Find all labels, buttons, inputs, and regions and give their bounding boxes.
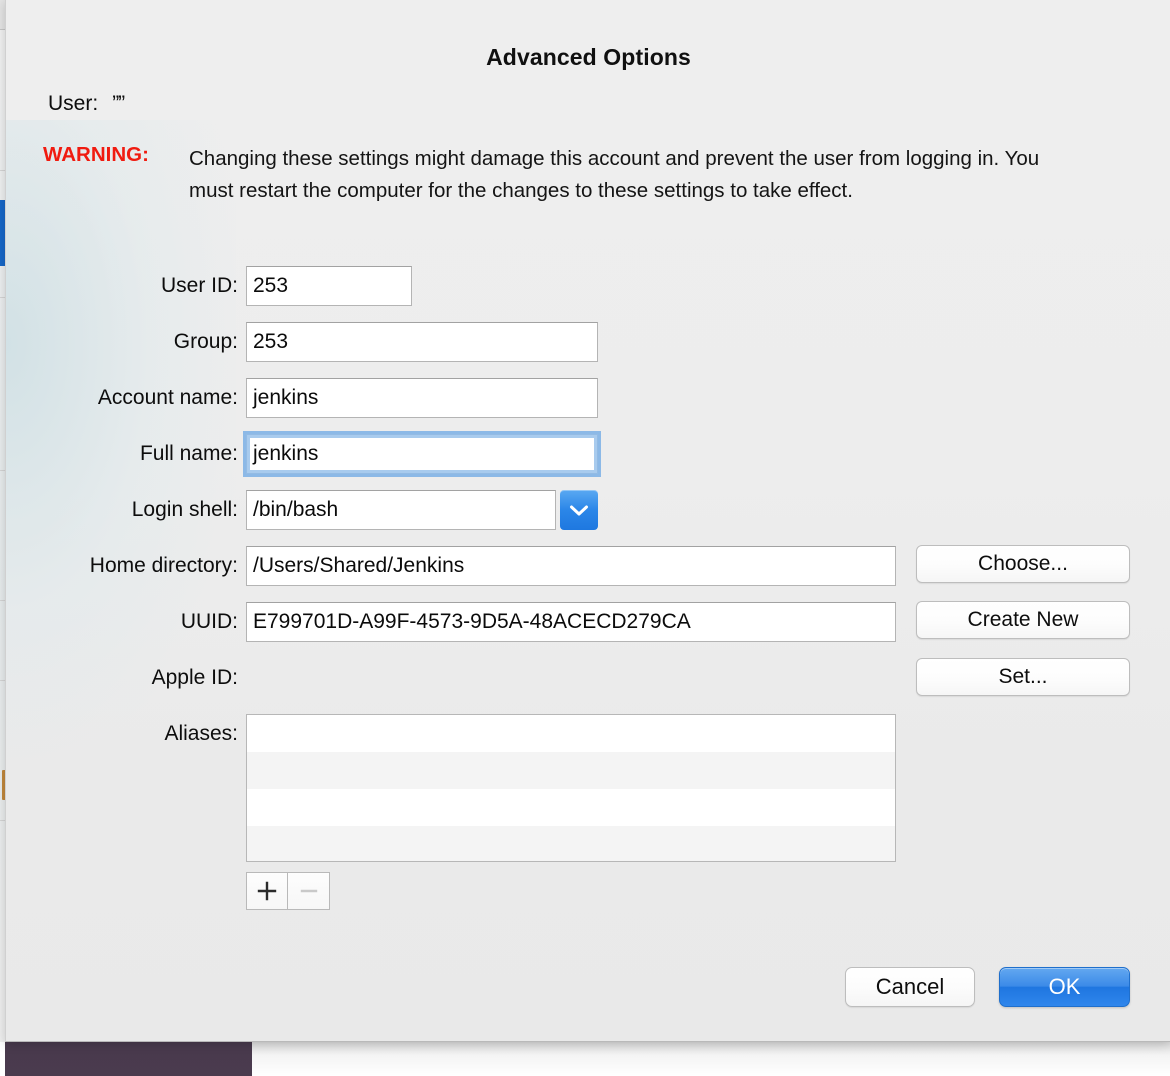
choose-button[interactable]: Choose... bbox=[916, 545, 1130, 583]
advanced-options-form: User ID: 253 Group: 253 Account name: je… bbox=[6, 266, 1170, 884]
row-account-name: Account name: jenkins bbox=[6, 378, 1170, 434]
user-id-label: User ID: bbox=[6, 266, 238, 306]
login-shell-popup[interactable]: /bin/bash bbox=[246, 490, 598, 530]
minus-icon bbox=[298, 880, 320, 902]
background-strip-bottom-left bbox=[0, 1042, 5, 1076]
advanced-options-sheet: Advanced Options User: ”” WARNING:Changin… bbox=[5, 0, 1170, 1042]
uuid-input[interactable]: E799701D-A99F-4573-9D5A-48ACECD279CA bbox=[246, 602, 896, 642]
page-title: Advanced Options bbox=[6, 44, 1170, 71]
remove-alias-button[interactable] bbox=[288, 872, 330, 910]
row-uuid: UUID: E799701D-A99F-4573-9D5A-48ACECD279… bbox=[6, 602, 1170, 658]
apple-id-label: Apple ID: bbox=[6, 658, 238, 698]
user-label: User: bbox=[48, 92, 98, 115]
group-label: Group: bbox=[6, 322, 238, 362]
list-item[interactable] bbox=[247, 715, 895, 752]
aliases-label: Aliases: bbox=[6, 714, 238, 754]
row-full-name: Full name: jenkins bbox=[6, 434, 1170, 490]
aliases-add-remove-group bbox=[246, 872, 330, 910]
warning-text: Changing these settings might damage thi… bbox=[189, 143, 1089, 207]
row-group: Group: 253 bbox=[6, 322, 1170, 378]
full-name-label: Full name: bbox=[6, 434, 238, 474]
row-apple-id: Apple ID: Set... bbox=[6, 658, 1170, 714]
set-button[interactable]: Set... bbox=[916, 658, 1130, 696]
list-item[interactable] bbox=[247, 789, 895, 826]
cancel-button[interactable]: Cancel bbox=[845, 967, 975, 1007]
chevron-down-icon[interactable] bbox=[560, 490, 598, 530]
full-name-input[interactable]: jenkins bbox=[246, 434, 598, 474]
row-user-id: User ID: 253 bbox=[6, 266, 1170, 322]
row-login-shell: Login shell: /bin/bash bbox=[6, 490, 1170, 546]
create-new-button[interactable]: Create New bbox=[916, 601, 1130, 639]
warning-label: WARNING: bbox=[43, 143, 189, 167]
add-alias-button[interactable] bbox=[246, 872, 288, 910]
group-input[interactable]: 253 bbox=[246, 322, 598, 362]
home-directory-input[interactable]: /Users/Shared/Jenkins bbox=[246, 546, 896, 586]
warning-block: WARNING:Changing these settings might da… bbox=[43, 143, 1113, 207]
background-window-bottom bbox=[252, 1042, 1170, 1076]
login-shell-label: Login shell: bbox=[6, 490, 238, 530]
screen: Advanced Options User: ”” WARNING:Changin… bbox=[0, 0, 1170, 1076]
uuid-label: UUID: bbox=[6, 602, 238, 642]
plus-icon bbox=[256, 880, 278, 902]
ok-button[interactable]: OK bbox=[999, 967, 1130, 1007]
user-value: ”” bbox=[112, 92, 124, 115]
list-item[interactable] bbox=[247, 826, 895, 862]
row-home-directory: Home directory: /Users/Shared/Jenkins Ch… bbox=[6, 546, 1170, 602]
home-directory-label: Home directory: bbox=[6, 546, 238, 586]
user-line: User: ”” bbox=[48, 92, 124, 116]
user-id-input[interactable]: 253 bbox=[246, 266, 412, 306]
account-name-input[interactable]: jenkins bbox=[246, 378, 598, 418]
aliases-list[interactable] bbox=[246, 714, 896, 862]
list-item[interactable] bbox=[247, 752, 895, 789]
login-shell-value[interactable]: /bin/bash bbox=[246, 490, 556, 530]
row-aliases: Aliases: bbox=[6, 714, 1170, 884]
account-name-label: Account name: bbox=[6, 378, 238, 418]
